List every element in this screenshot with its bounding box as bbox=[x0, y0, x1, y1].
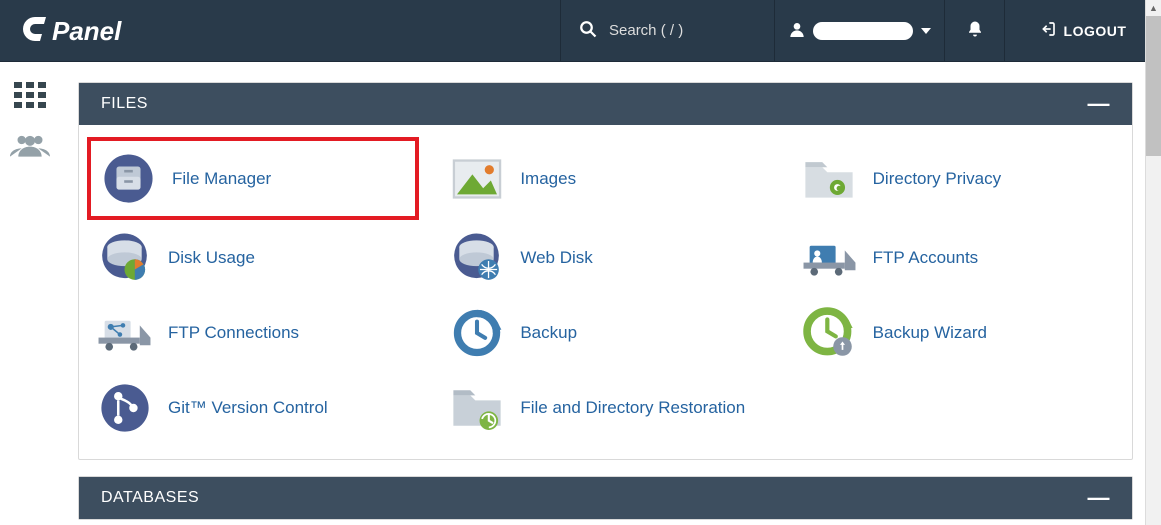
item-label: File and Directory Restoration bbox=[520, 398, 745, 418]
disk-usage-icon bbox=[97, 230, 152, 285]
git-icon bbox=[97, 380, 152, 435]
bell-icon bbox=[966, 20, 984, 41]
panel-databases-title: DATABASES bbox=[101, 489, 199, 507]
item-ftp-accounts[interactable]: FTP Accounts bbox=[792, 220, 1124, 295]
directory-privacy-icon bbox=[802, 151, 857, 206]
item-backup-wizard[interactable]: Backup Wizard bbox=[792, 295, 1124, 370]
file-manager-icon bbox=[101, 151, 156, 206]
cpanel-logo[interactable]: Panel bbox=[20, 14, 140, 48]
collapse-icon[interactable]: — bbox=[1088, 99, 1111, 109]
main-content: FILES — bbox=[60, 62, 1161, 525]
panel-databases-header[interactable]: DATABASES — bbox=[79, 477, 1132, 519]
item-label: Git™ Version Control bbox=[168, 398, 328, 418]
user-menu[interactable] bbox=[775, 0, 945, 61]
item-label: Backup Wizard bbox=[873, 323, 987, 343]
topbar: Panel LOGOUT bbox=[0, 0, 1161, 62]
panel-files-title: FILES bbox=[101, 95, 148, 113]
item-label: File Manager bbox=[172, 169, 271, 189]
user-icon bbox=[789, 21, 805, 40]
notifications-button[interactable] bbox=[945, 0, 1005, 61]
logout-icon bbox=[1040, 21, 1056, 40]
ftp-accounts-icon bbox=[802, 230, 857, 285]
apps-grid-icon[interactable] bbox=[14, 82, 46, 111]
item-label: Directory Privacy bbox=[873, 169, 1001, 189]
item-label: FTP Accounts bbox=[873, 248, 979, 268]
logout-button[interactable]: LOGOUT bbox=[1005, 0, 1161, 61]
svg-text:Panel: Panel bbox=[52, 16, 122, 46]
item-label: Images bbox=[520, 169, 576, 189]
panel-files-body: File Manager Images bbox=[79, 125, 1132, 459]
item-label: FTP Connections bbox=[168, 323, 299, 343]
panel-files: FILES — bbox=[78, 82, 1133, 460]
logout-label: LOGOUT bbox=[1064, 23, 1127, 39]
content-wrapper: FILES — bbox=[0, 62, 1161, 525]
item-label: Disk Usage bbox=[168, 248, 255, 268]
panel-databases: DATABASES — bbox=[78, 476, 1133, 520]
item-web-disk[interactable]: Web Disk bbox=[439, 220, 771, 295]
scrollbar[interactable]: ▲ bbox=[1145, 0, 1161, 525]
collapse-icon[interactable]: — bbox=[1088, 493, 1111, 503]
backup-wizard-icon bbox=[802, 305, 857, 360]
item-label: Web Disk bbox=[520, 248, 592, 268]
images-icon bbox=[449, 151, 504, 206]
item-git-version-control[interactable]: Git™ Version Control bbox=[87, 370, 419, 445]
file-restoration-icon bbox=[449, 380, 504, 435]
chevron-down-icon bbox=[921, 28, 931, 34]
item-backup[interactable]: Backup bbox=[439, 295, 771, 370]
item-images[interactable]: Images bbox=[439, 137, 771, 220]
backup-icon bbox=[449, 305, 504, 360]
web-disk-icon bbox=[449, 230, 504, 285]
scrollbar-thumb[interactable] bbox=[1146, 16, 1161, 156]
item-disk-usage[interactable]: Disk Usage bbox=[87, 220, 419, 295]
panel-files-header[interactable]: FILES — bbox=[79, 83, 1132, 125]
item-ftp-connections[interactable]: FTP Connections bbox=[87, 295, 419, 370]
ftp-connections-icon bbox=[97, 305, 152, 360]
item-file-manager[interactable]: File Manager bbox=[87, 137, 419, 220]
username-redacted bbox=[813, 22, 913, 40]
search-icon bbox=[579, 20, 597, 41]
scroll-up-icon[interactable]: ▲ bbox=[1146, 0, 1161, 16]
item-label: Backup bbox=[520, 323, 577, 343]
logo-area: Panel bbox=[0, 14, 560, 48]
search-area[interactable] bbox=[560, 0, 775, 61]
item-file-directory-restoration[interactable]: File and Directory Restoration bbox=[439, 370, 771, 445]
left-nav bbox=[0, 62, 60, 525]
users-icon[interactable] bbox=[10, 133, 50, 160]
search-input[interactable] bbox=[609, 22, 756, 39]
item-directory-privacy[interactable]: Directory Privacy bbox=[792, 137, 1124, 220]
